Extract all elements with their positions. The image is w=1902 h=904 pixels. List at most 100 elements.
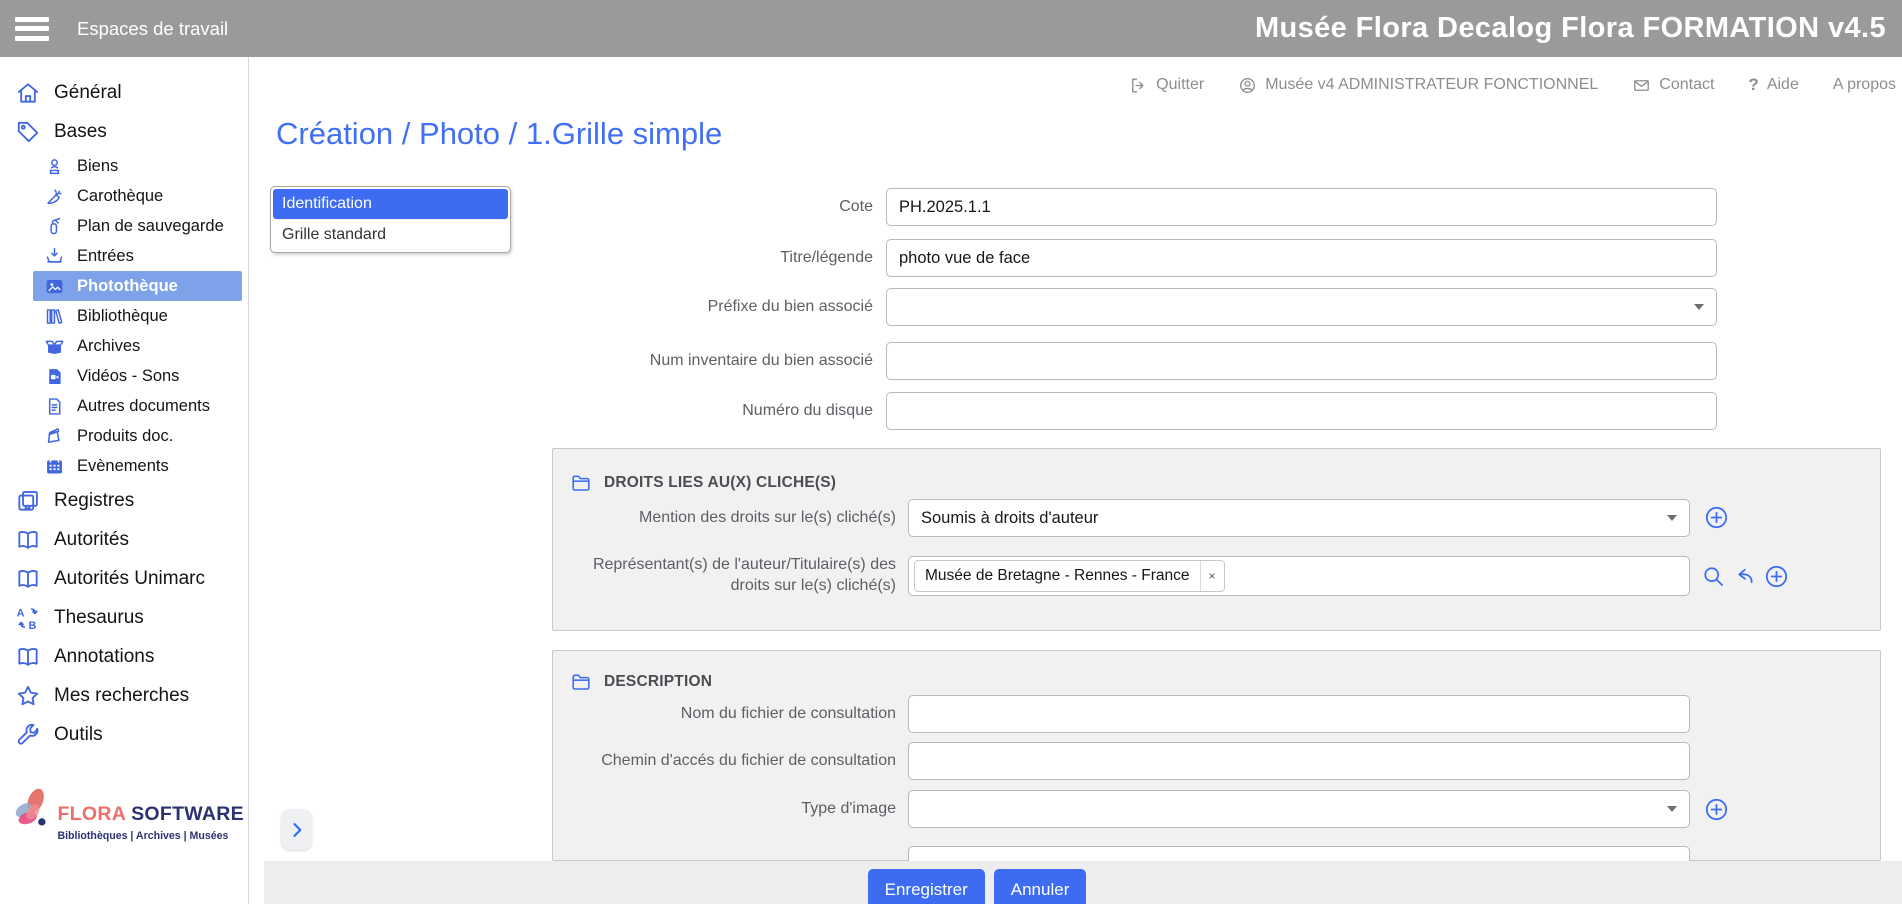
num-inventaire-du-bien-associe-input[interactable]: [886, 342, 1717, 380]
field-label-representant-s-de-l-auteur-titulaire-s-des-droits-sur-le-s-cliche-s: Représentant(s) de l'auteur/Titulaire(s)…: [560, 548, 896, 604]
workspace-label[interactable]: Espaces de travail: [77, 18, 228, 40]
sidebar-item-label: Outils: [54, 724, 103, 746]
section-description-header: DESCRIPTION: [570, 671, 712, 693]
sidebar-item-evenements[interactable]: Evènements: [0, 451, 248, 481]
field-label-chemin-d-acces-du-fichier-de-consultation: Chemin d'accés du fichier de consultatio…: [560, 742, 896, 780]
field-label-mention-des-droits-sur-le-s-cliche-s: Mention des droits sur le(s) cliché(s): [560, 499, 896, 537]
svg-text:A: A: [17, 607, 25, 619]
sidebar-item-label: Evènements: [77, 457, 169, 476]
sidebar-item-label: Autorités: [54, 529, 129, 551]
sidebar-item-produits-doc[interactable]: Produits doc.: [0, 421, 248, 451]
help-icon: ?: [1748, 75, 1758, 95]
sidebar-item-registres[interactable]: Registres: [0, 481, 248, 520]
sidebar-item-carotheque[interactable]: Carothèque: [0, 181, 248, 211]
sidebar-item-label: Carothèque: [77, 187, 163, 206]
sidebar-item-general[interactable]: Général: [0, 73, 248, 112]
brand-name: FLORA SOFTWARE: [57, 803, 244, 826]
sidebar-item-bases[interactable]: Bases: [0, 112, 248, 151]
cancel-button[interactable]: Annuler: [994, 869, 1087, 904]
add-icon[interactable]: [1764, 564, 1789, 589]
header-link-a-propos[interactable]: A propos: [1833, 76, 1896, 94]
chemin-d-acces-du-fichier-de-consultation-input[interactable]: [908, 742, 1690, 780]
prefixe-du-bien-associe-select[interactable]: [886, 288, 1717, 326]
extinguisher-icon: [44, 216, 65, 237]
sidebar-item-thesaurus[interactable]: ABThesaurus: [0, 598, 248, 637]
brand-tagline: Bibliothèques | Archives | Musées: [57, 830, 244, 842]
add-icon[interactable]: [1704, 797, 1729, 822]
add-icon[interactable]: [1704, 505, 1729, 530]
sidebar-item-plan-de-sauvegarde[interactable]: Plan de sauvegarde: [0, 211, 248, 241]
sidebar-item-annotations[interactable]: Annotations: [0, 637, 248, 676]
value-chip: Musée de Bretagne - Rennes - France×: [914, 560, 1225, 592]
chevron-down-icon: [1694, 304, 1704, 310]
sidebar-expand-button[interactable]: [281, 809, 312, 850]
sidebar-item-label: Plan de sauvegarde: [77, 217, 224, 236]
document-icon: [44, 396, 65, 417]
sidebar-item-entrees[interactable]: Entrées: [0, 241, 248, 271]
page-title: Création / Photo / 1.Grille simple: [276, 116, 722, 152]
field-label-type-d-image: Type d'image: [560, 790, 896, 828]
sidebar-item-autorites-unimarc[interactable]: Autorités Unimarc: [0, 559, 248, 598]
sidebar-item-autres-documents[interactable]: Autres documents: [0, 391, 248, 421]
header-link-quitter[interactable]: Quitter: [1129, 76, 1204, 95]
sidebar-item-label: Registres: [54, 490, 134, 512]
sidebar-item-label: Archives: [77, 337, 140, 356]
app-window: Espaces de travail Musée Flora Decalog F…: [0, 0, 1902, 904]
mention-des-droits-sur-le-s-cliche-s-select[interactable]: Soumis à droits d'auteur: [908, 499, 1690, 537]
sidebar-item-label: Mes recherches: [54, 685, 189, 707]
section-title: DROITS LIES AU(X) CLICHE(S): [604, 474, 836, 492]
folder-icon: [570, 472, 592, 494]
top-bar: Espaces de travail Musée Flora Decalog F…: [0, 0, 1902, 57]
field-label-numero-du-disque: Numéro du disque: [420, 392, 873, 430]
sidebar-item-archives[interactable]: Archives: [0, 331, 248, 361]
registers-icon: [15, 488, 41, 514]
save-button[interactable]: Enregistrer: [868, 869, 985, 904]
sidebar-item-biens[interactable]: Biens: [0, 151, 248, 181]
folder-icon: [570, 671, 592, 693]
representant-s-de-l-auteur-titulaire-s-des-droits-sur-le-s-cliche-s-field[interactable]: Musée de Bretagne - Rennes - France×: [908, 556, 1690, 596]
artifact-icon: [44, 156, 65, 177]
search-icon[interactable]: [1701, 564, 1726, 589]
header-link-aide[interactable]: ? Aide: [1748, 75, 1798, 95]
wrench-icon: [15, 722, 41, 748]
sidebar-item-outils[interactable]: Outils: [0, 715, 248, 754]
undo-icon[interactable]: [1732, 564, 1757, 589]
archive-box-icon: [44, 336, 65, 357]
sidebar-item-label: Vidéos - Sons: [77, 367, 179, 386]
type-d-image-select[interactable]: [908, 790, 1690, 828]
sidebar-item-bibliotheque[interactable]: Bibliothèque: [0, 301, 248, 331]
header-links: Quitter Musée v4 ADMINISTRATEUR FONCTIONN…: [700, 72, 1896, 98]
header-link-label: A propos: [1833, 76, 1896, 94]
sidebar-item-label: Entrées: [77, 247, 134, 266]
header-link-label: Contact: [1659, 76, 1714, 94]
footer-bar: Enregistrer Annuler: [264, 861, 1902, 904]
field-label-cote: Cote: [420, 188, 873, 226]
open-book-icon: [15, 566, 41, 592]
sidebar-item-autorites[interactable]: Autorités: [0, 520, 248, 559]
header-link-label: Musée v4 ADMINISTRATEUR FONCTIONNEL: [1265, 76, 1598, 94]
photo-icon: [44, 276, 65, 297]
hamburger-icon[interactable]: [15, 17, 49, 41]
titre-legende-input[interactable]: [886, 239, 1717, 277]
header-link-contact[interactable]: Contact: [1632, 76, 1714, 95]
cote-input[interactable]: [886, 188, 1717, 226]
header-link-musee-v4-administrateur-fonctionnel[interactable]: Musée v4 ADMINISTRATEUR FONCTIONNEL: [1238, 76, 1598, 95]
sidebar-item-mes-recherches[interactable]: Mes recherches: [0, 676, 248, 715]
sidebar-item-label: Autorités Unimarc: [54, 568, 205, 590]
section-droits-header: DROITS LIES AU(X) CLICHE(S): [570, 472, 836, 494]
logout-icon: [1129, 76, 1148, 95]
field-label-nom-du-fichier-de-consultation: Nom du fichier de consultation: [560, 695, 896, 733]
chip-remove-icon[interactable]: ×: [1200, 561, 1224, 591]
flora-software-logo: FLORA SOFTWARE Bibliothèques | Archives …: [12, 770, 244, 848]
sort-alpha-icon: AB: [15, 605, 41, 631]
inbox-arrow-icon: [44, 246, 65, 267]
star-icon: [15, 683, 41, 709]
sidebar-item-phototheque[interactable]: Photothèque: [33, 271, 242, 301]
sidebar-item-label: Biens: [77, 157, 118, 176]
numero-du-disque-input[interactable]: [886, 392, 1717, 430]
header-link-label: Aide: [1767, 76, 1799, 94]
chevron-right-icon: [287, 820, 307, 840]
sidebar-item-videos-sons[interactable]: Vidéos - Sons: [0, 361, 248, 391]
mail-icon: [1632, 76, 1651, 95]
nom-du-fichier-de-consultation-input[interactable]: [908, 695, 1690, 733]
